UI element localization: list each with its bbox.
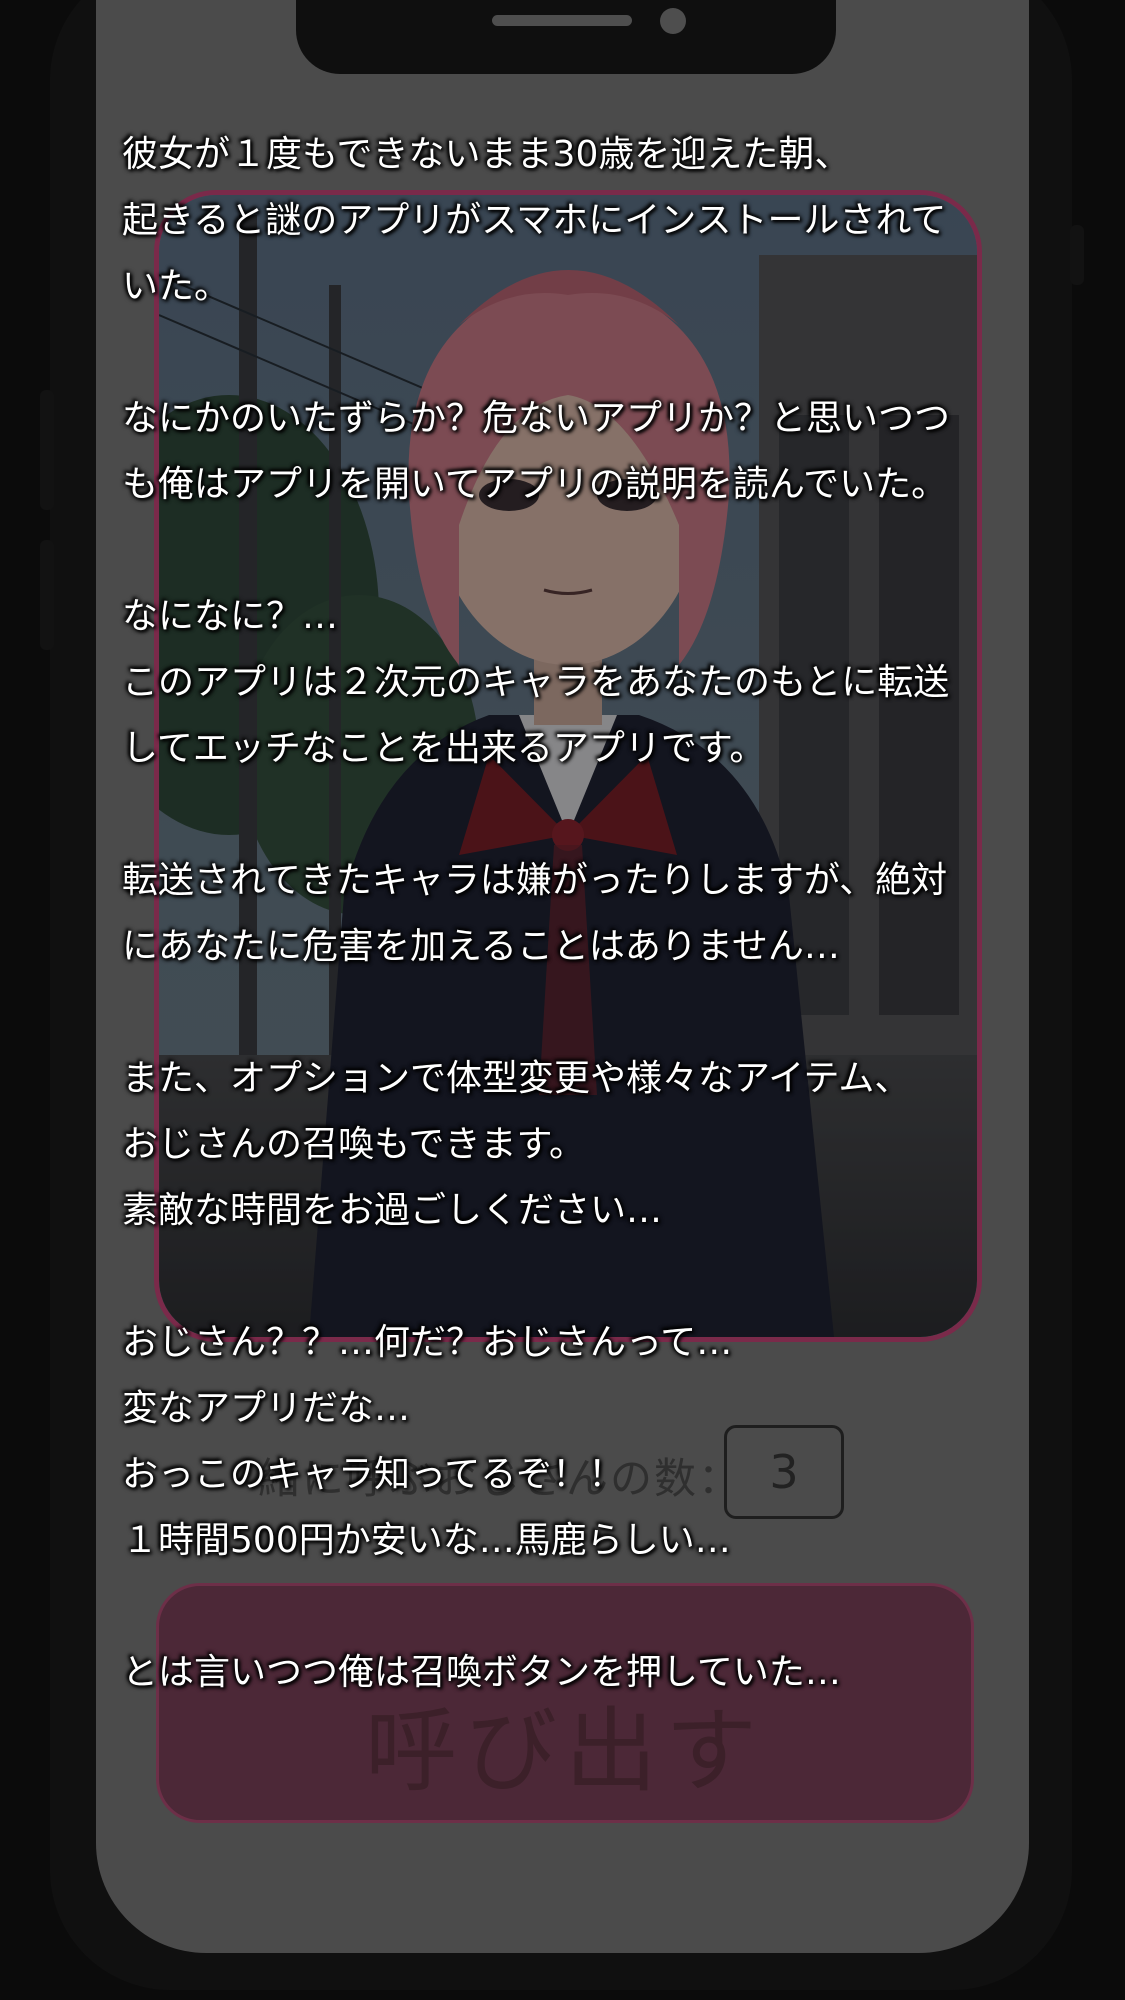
story-line: おっこのキャラ知ってるぞ！！ <box>122 1454 625 1495</box>
story-line: 起きると謎のアプリがスマホにインストールされて <box>122 200 947 241</box>
power-button <box>1070 225 1084 285</box>
volume-up-button <box>40 390 54 510</box>
story-line: いた。 <box>122 266 231 307</box>
story-line: とは言いつつ俺は召喚ボタンを押していた… <box>122 1652 841 1693</box>
story-line: してエッチなことを出来るアプリです。 <box>122 728 766 769</box>
notch <box>296 0 836 74</box>
stage: 緒に呼ぶおじさんの数： 3 呼び出す 彼女が１度もできないまま30歳を迎えた朝、… <box>0 0 1125 2000</box>
story-line: また、オプションで体型変更や様々なアイテム、 <box>122 1058 911 1099</box>
story-line: 転送されてきたキャラは嫌がったりしますが、絶対 <box>122 860 948 901</box>
story-line: おじさんの召喚もできます。 <box>122 1124 585 1165</box>
story-line: 彼女が１度もできないまま30歳を迎えた朝、 <box>122 134 851 175</box>
story-line: も俺はアプリを開いてアプリの説明を読んでいた。 <box>122 464 948 505</box>
story-line: 変なアプリだな… <box>122 1388 411 1429</box>
story-text: 彼女が１度もできないまま30歳を迎えた朝、 起きると謎のアプリがスマホにインスト… <box>122 122 1012 1706</box>
story-line: このアプリは２次元のキャラをあなたのもとに転送 <box>122 662 950 703</box>
story-line: なになに？… <box>122 596 339 637</box>
story-line: おじさん？？…何だ？おじさんって… <box>122 1322 733 1363</box>
story-line: なにかのいたずらか？危ないアプリか？と思いつつ <box>122 398 951 439</box>
story-line: にあなたに危害を加えることはありません… <box>122 926 840 967</box>
front-camera <box>660 8 686 34</box>
volume-down-button <box>40 540 54 650</box>
speaker-grille <box>492 15 632 26</box>
story-line: 素敵な時間をお過ごしください… <box>122 1190 663 1231</box>
story-line: １時間500円か安いな…馬鹿らしい… <box>122 1520 731 1561</box>
